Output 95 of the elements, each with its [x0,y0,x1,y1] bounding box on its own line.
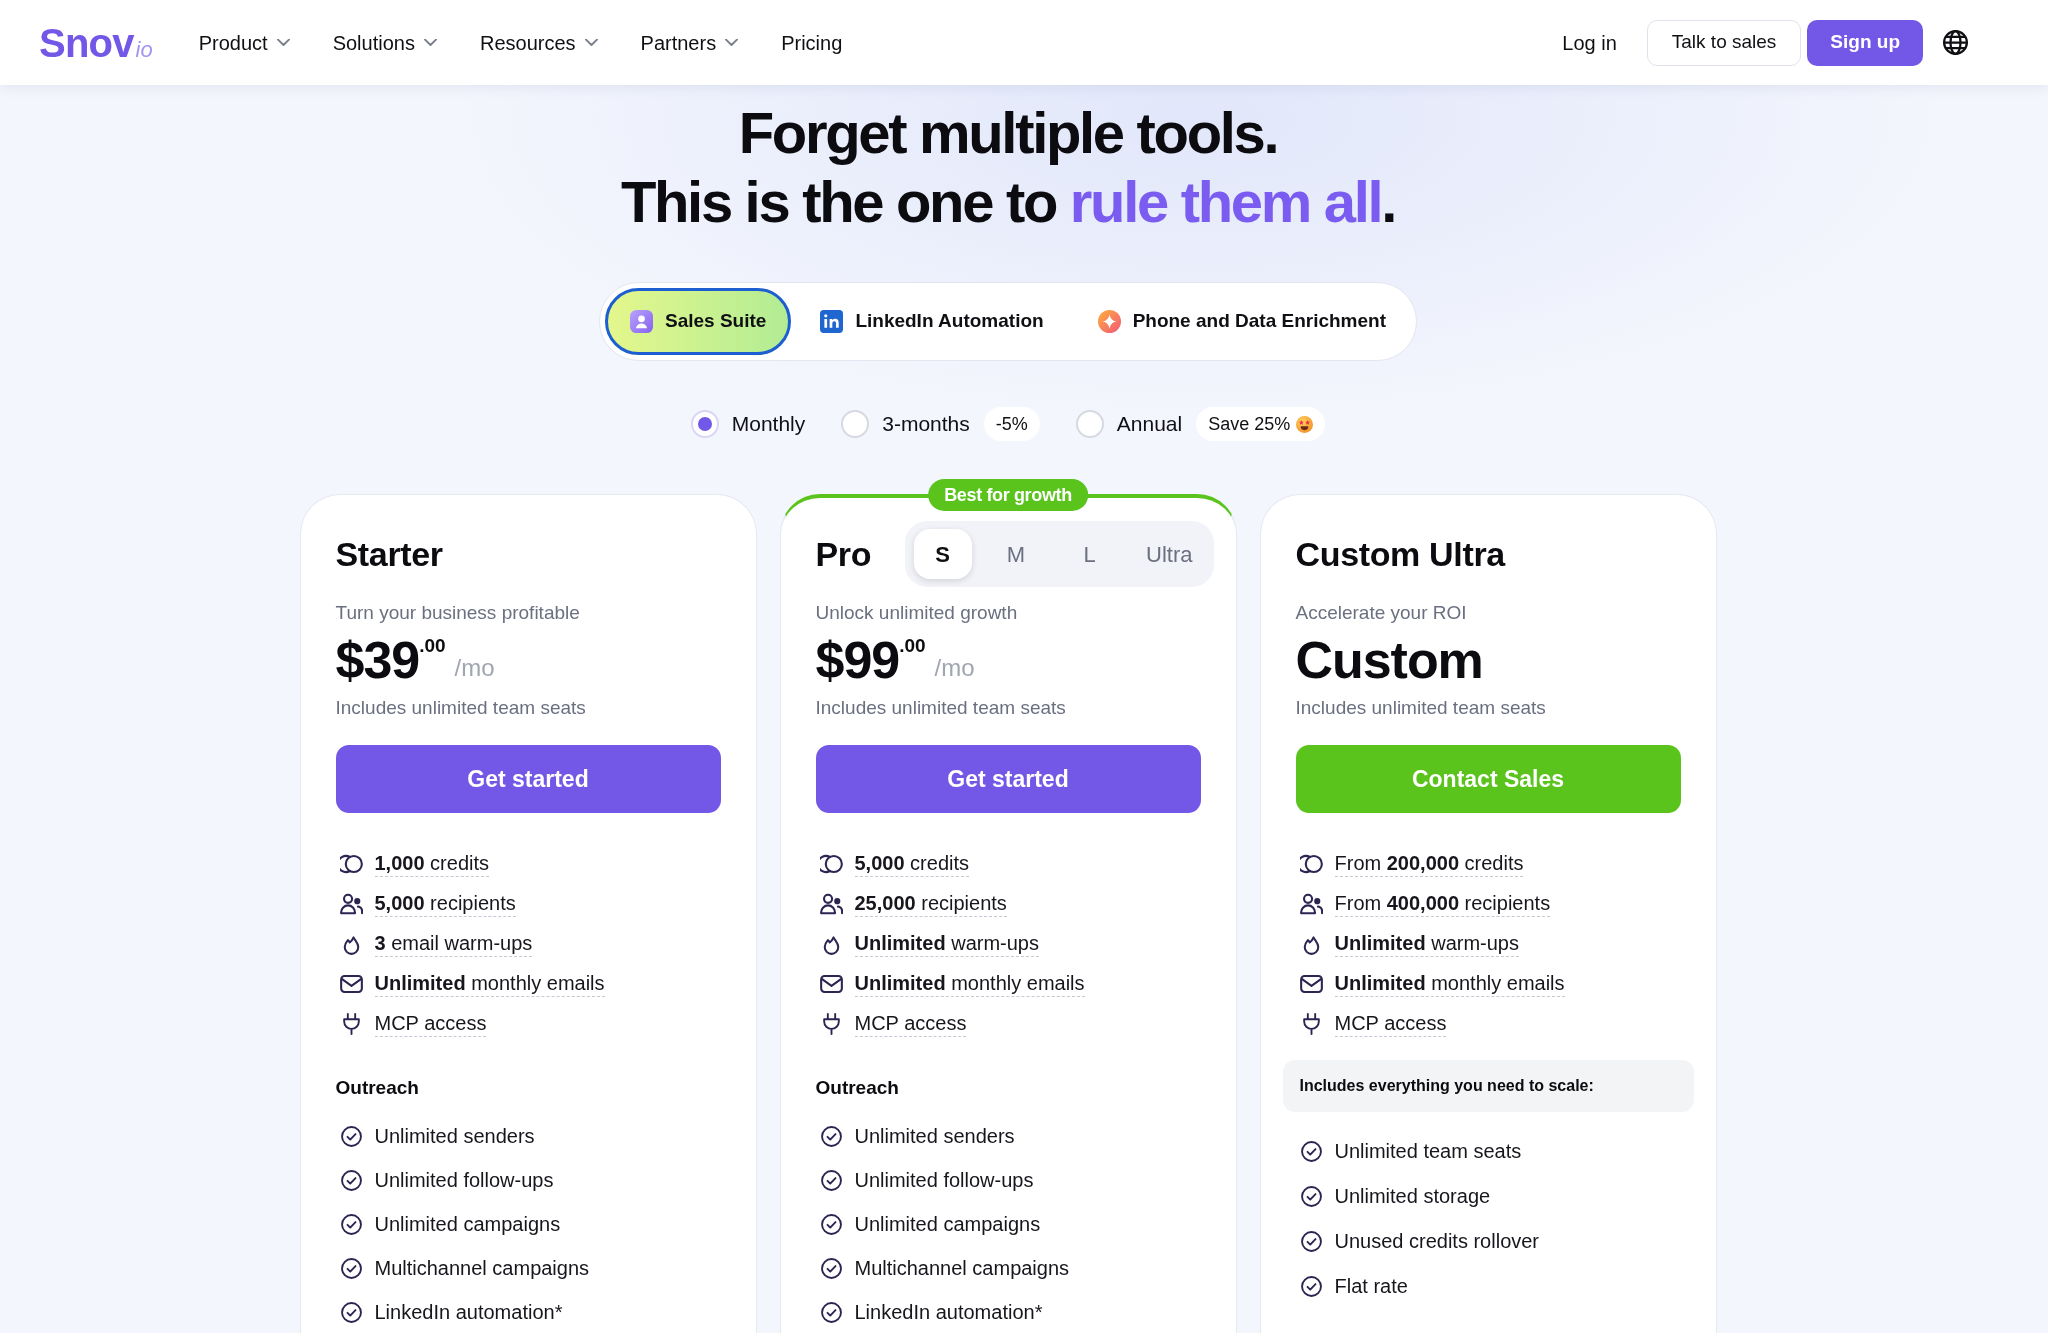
get-started-button[interactable]: Get started [335,745,721,813]
limit-text: 5,000 recipients [374,891,516,917]
feature-text: Multichannel campaigns [854,1256,1070,1281]
check-circle-icon [820,1213,842,1235]
check-circle-icon [1300,1185,1322,1207]
size-option[interactable]: M [987,529,1045,579]
discount-text: -5% [995,412,1028,436]
section-heading: Outreach [815,1076,900,1100]
check-circle-icon [340,1257,362,1279]
login-link[interactable]: Log in [1562,27,1617,58]
size-option[interactable]: L [1060,529,1119,579]
nav-link[interactable]: Product [198,27,290,58]
feature-text: LinkedIn automation* [854,1300,1043,1325]
check-circle-icon [820,1169,842,1191]
sparkle-icon [1097,310,1121,333]
linkedin-icon [820,310,844,333]
plan-price: Custom [1295,630,1484,690]
limit-text: 5,000 credits [854,851,970,877]
limit-text: From 200,000 credits [1334,851,1524,877]
headline: Forget multiple tools. This is the one to rule them all. [620,99,1396,236]
plan-tagline: Unlock unlimited growth [815,601,1019,625]
feature-text: Unlimited senders [374,1124,535,1149]
limit-text: Unlimited monthly emails [854,971,1085,997]
section-heading: Outreach [335,1076,420,1100]
envelope-icon [339,973,363,995]
feature-text: Multichannel campaigns [374,1256,590,1281]
coins-icon [1299,853,1323,875]
feature-text: Unlimited storage [1334,1184,1491,1209]
limit-text: 3 email warm-ups [374,931,533,957]
plan-name: Starter [335,533,443,575]
radio-button[interactable] [690,410,719,438]
envelope-icon [1299,973,1323,995]
feature-text: Unlimited senders [854,1124,1015,1149]
billing-option-label[interactable]: Annual [1116,408,1183,440]
person-tile-icon [630,310,653,333]
users-icon [819,893,843,915]
limit-text: 25,000 recipients [854,891,1007,917]
check-circle-icon [820,1257,842,1279]
limit-text: Unlimited monthly emails [1334,971,1565,997]
radio-button[interactable] [1075,410,1104,438]
plan-tagline: Accelerate your ROI [1295,601,1468,625]
nav-link[interactable]: Solutions [332,27,437,58]
seats-note: Includes unlimited team seats [815,696,1067,720]
feature-text: LinkedIn automation* [374,1300,563,1325]
feature-text: Unlimited campaigns [854,1212,1041,1237]
limit-text: MCP access [1334,1011,1447,1037]
check-circle-icon [340,1213,362,1235]
limit-text: From 400,000 recipients [1334,891,1551,917]
coins-icon [339,853,363,875]
check-circle-icon [1300,1230,1322,1252]
limit-text: 1,000 credits [374,851,490,877]
nav-link[interactable]: Resources [479,27,598,58]
check-circle-icon [340,1301,362,1323]
plan-name: Custom Ultra [1295,533,1505,575]
radio-button[interactable] [841,410,870,438]
get-started-button[interactable]: Get started [815,745,1201,813]
billing-option-label[interactable]: 3-months [882,408,970,440]
billing-option-label[interactable]: Monthly [731,408,806,440]
limit-text: MCP access [374,1011,487,1037]
limit-text: MCP access [854,1011,967,1037]
check-circle-icon [340,1169,362,1191]
seats-note: Includes unlimited team seats [335,696,587,720]
discount-text: Save 25% [1208,412,1291,436]
plan-ribbon: Best for growth [928,479,1088,511]
plan-name: Pro [815,533,872,575]
limit-text: Unlimited warm-ups [854,931,1039,957]
envelope-icon [819,973,843,995]
check-circle-icon [820,1125,842,1147]
feature-text: Flat rate [1334,1274,1408,1299]
users-icon [339,893,363,915]
seats-note: Includes unlimited team seats [1295,696,1547,720]
check-circle-icon [1300,1140,1322,1162]
users-icon [1299,893,1323,915]
limit-text: Unlimited warm-ups [1334,931,1519,957]
limit-text: Unlimited monthly emails [374,971,605,997]
sign-up-button[interactable]: Sign up [1807,19,1923,66]
check-circle-icon [340,1125,362,1147]
nav-link[interactable]: Pricing [781,27,843,58]
feature-text: Unlimited team seats [1334,1139,1522,1164]
check-circle-icon [1300,1275,1322,1297]
talk-to-sales-button[interactable]: Talk to sales [1646,19,1802,66]
logo[interactable]: Snovio [39,22,153,63]
product-tab[interactable]: Sales Suite [605,288,792,355]
nav-link[interactable]: Partners [640,27,739,58]
feature-text: Unlimited follow-ups [854,1168,1034,1193]
plan-tagline: Turn your business profitable [335,601,581,625]
coins-icon [819,853,843,875]
check-circle-icon [820,1301,842,1323]
feature-text: Unused credits rollover [1334,1229,1540,1254]
globe-icon[interactable] [1943,30,1968,55]
size-option[interactable]: Ultra [1134,529,1205,579]
feature-text: Unlimited follow-ups [374,1168,554,1193]
size-option[interactable]: S [913,529,972,579]
feature-text: Unlimited campaigns [374,1212,561,1237]
callout-text: Includes everything you need to scale: [1299,1076,1594,1096]
